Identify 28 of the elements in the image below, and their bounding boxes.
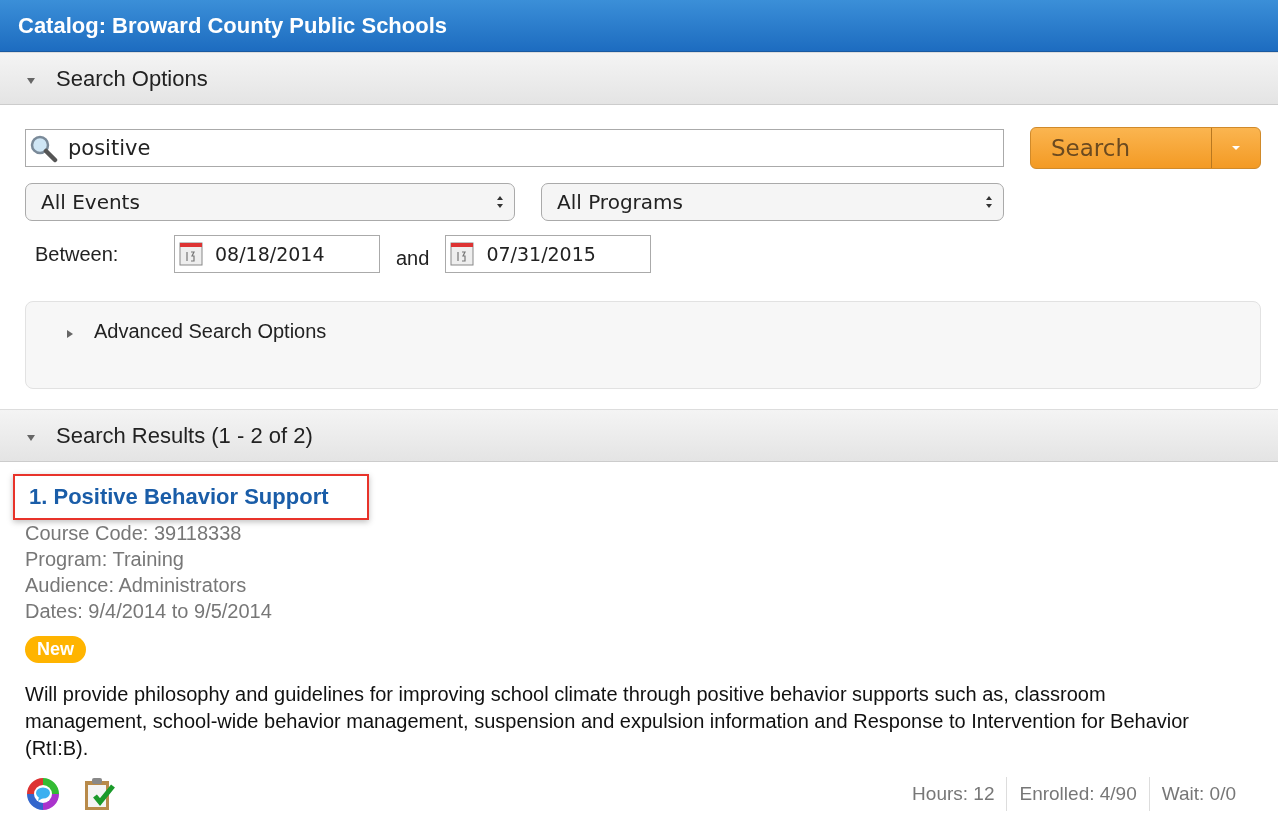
course-stat: Enrolled: 4/90 — [1006, 777, 1149, 811]
chat-bubble-icon — [25, 776, 61, 812]
advanced-toggle[interactable]: Advanced Search Options — [66, 320, 327, 343]
course-detail: Course Code: 39118338 — [25, 521, 243, 546]
calendar-icon — [179, 242, 203, 266]
select-dropdown[interactable]: All Events — [25, 183, 515, 221]
search-field[interactable]: positive — [25, 129, 1004, 167]
course-stat: Wait: 0/0 — [1148, 777, 1248, 811]
updown-arrows-icon — [985, 195, 993, 209]
course-detail: Audience: Administrators — [25, 573, 248, 598]
course-detail: Dates: 9/4/2014 to 9/5/2014 — [25, 599, 273, 624]
updown-arrows-icon — [496, 195, 504, 209]
search-icon — [28, 133, 58, 163]
course-description: Will provide philosophy and guidelines for improving school climate through positive behavior supports such as, classroom management, school-wide behavior management, suspension and expulsion information and Response to Intervention for Behavior (RtI:B). — [25, 682, 1191, 761]
section-header[interactable]: Search Options — [0, 52, 1278, 105]
calendar-icon — [450, 242, 475, 266]
course-stat: Hours: 12 — [911, 782, 996, 806]
header-title: Catalog: Broward County Public Schools — [0, 0, 1278, 52]
date-field[interactable]: 07/31/2015 — [445, 235, 652, 273]
section-header[interactable]: Search Results (1 - 2 of 2) — [0, 409, 1278, 462]
select-dropdown[interactable]: All Programs — [541, 183, 1004, 221]
course-title-link[interactable]: 1. Positive Behavior Support — [13, 474, 369, 520]
between-label: Between: — [35, 242, 120, 266]
course-detail: Program: Training — [25, 547, 185, 572]
caret-icon — [1231, 145, 1241, 151]
and-label: and — [396, 246, 430, 270]
new-badge: New — [25, 636, 86, 663]
date-field[interactable]: 08/18/2014 — [174, 235, 380, 273]
